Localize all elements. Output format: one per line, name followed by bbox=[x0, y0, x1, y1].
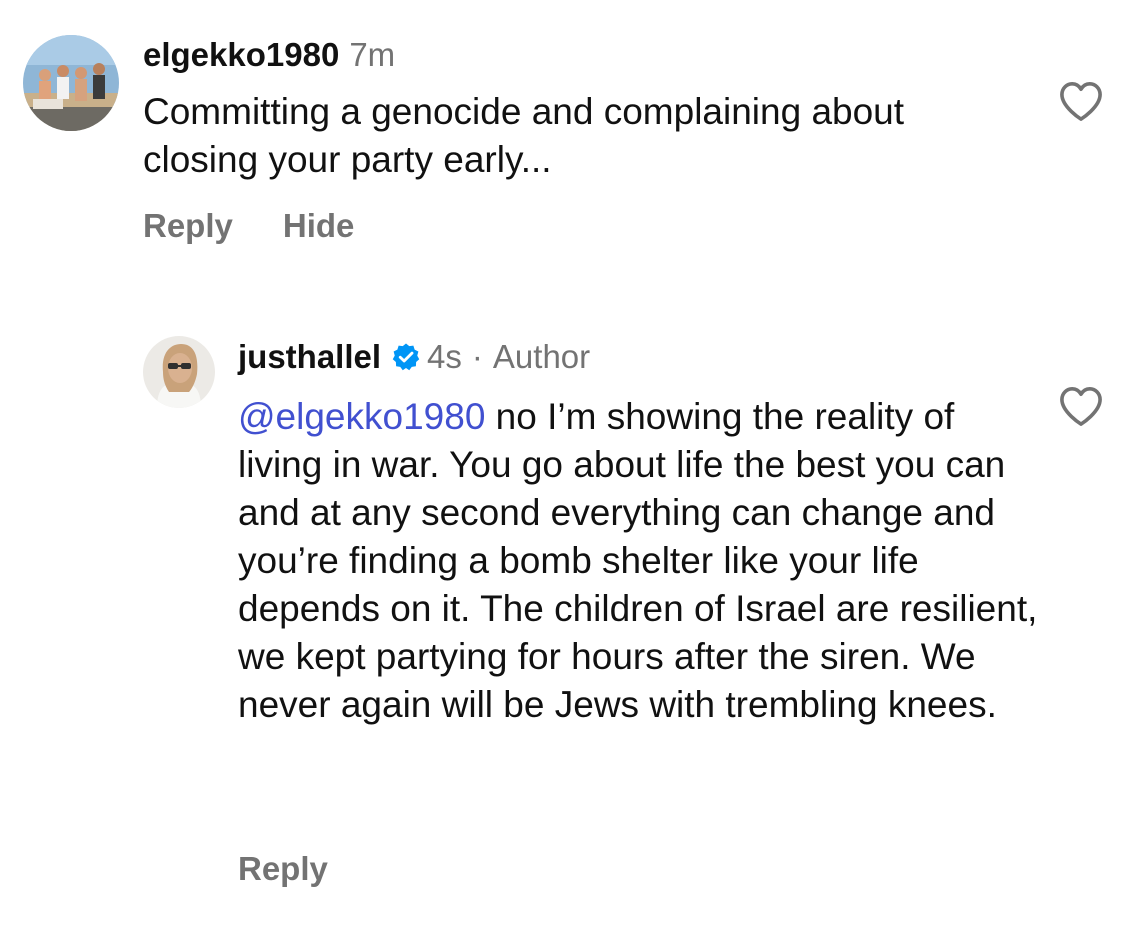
comment-body: no I’m showing the reality of living in … bbox=[238, 396, 1038, 725]
avatar[interactable] bbox=[23, 35, 119, 131]
verified-badge-icon bbox=[391, 342, 421, 377]
timestamp: 7m bbox=[349, 36, 396, 73]
username[interactable]: justhallel bbox=[238, 338, 381, 375]
like-button[interactable] bbox=[1058, 385, 1104, 432]
comment-text: @elgekko1980 no I’m showing the reality … bbox=[238, 393, 1038, 729]
timestamp: 4s bbox=[427, 338, 462, 375]
author-label: Author bbox=[492, 338, 591, 375]
like-button[interactable] bbox=[1058, 80, 1104, 127]
reply-button[interactable]: Reply bbox=[238, 850, 328, 888]
hide-button[interactable]: Hide bbox=[283, 207, 355, 245]
comment-actions: Reply Hide bbox=[143, 207, 354, 245]
comment-body: Committing a genocide and complaining ab… bbox=[143, 91, 905, 180]
avatar[interactable] bbox=[143, 336, 215, 408]
username[interactable]: elgekko1980 bbox=[143, 36, 339, 73]
heart-outline-icon bbox=[1060, 387, 1102, 426]
comment-actions: Reply bbox=[238, 850, 328, 888]
comment-header: justhallel 4s · Author bbox=[238, 338, 590, 377]
separator-dot: · bbox=[471, 338, 483, 375]
heart-outline-icon bbox=[1060, 82, 1102, 121]
mention-link[interactable]: @elgekko1980 bbox=[238, 396, 485, 437]
comment-text: Committing a genocide and complaining ab… bbox=[143, 88, 1003, 184]
comment-header: elgekko1980 7m bbox=[143, 36, 395, 74]
reply-button[interactable]: Reply bbox=[143, 207, 233, 245]
